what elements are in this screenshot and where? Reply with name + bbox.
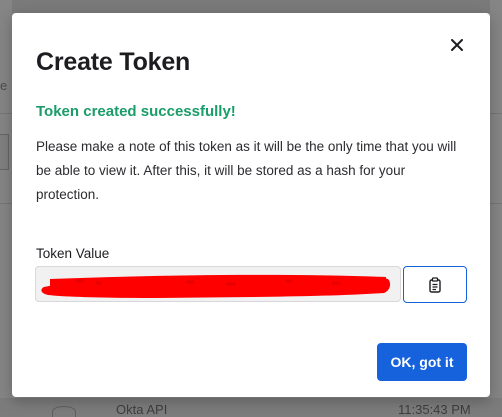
background-right-panel [490,0,502,417]
close-button[interactable] [445,33,469,57]
background-row-name: Okta API [116,402,168,417]
close-icon [451,39,463,51]
background-header [0,0,502,13]
clipboard-icon [429,276,441,293]
background-control [0,134,9,170]
background-table-row: Okta API 11:35:43 PM [0,398,502,417]
redaction-mark [41,274,391,298]
background-text-fragment: e [0,78,8,93]
background-left-panel: e [0,0,12,417]
token-note: Please make a note of this token as it w… [36,139,457,202]
token-value-label: Token Value [36,246,110,261]
token-value-field[interactable] [35,266,401,302]
create-token-dialog: Create Token Token created successfully!… [12,13,490,397]
success-message: Token created successfully! [36,103,236,120]
copy-token-button[interactable] [403,266,467,303]
dialog-title: Create Token [36,48,191,76]
ok-got-it-button[interactable]: OK, got it [377,343,467,381]
background-row-time: 11:35:43 PM [398,402,471,417]
background-row-icon [52,406,76,417]
